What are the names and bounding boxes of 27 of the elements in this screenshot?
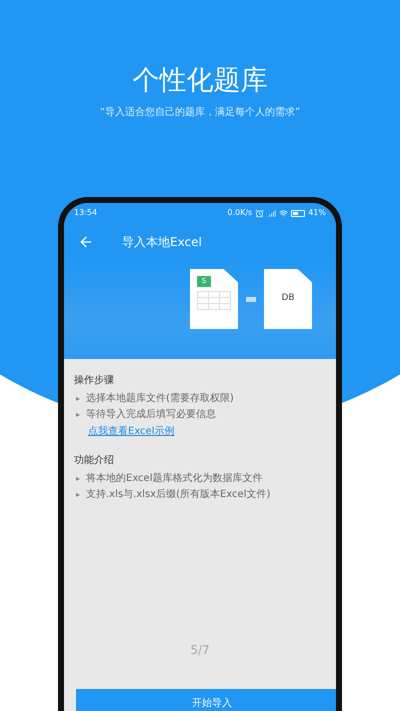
- bullet-icon: [76, 476, 80, 480]
- battery-icon: [291, 210, 306, 216]
- signal-icon: [267, 208, 276, 218]
- start-import-button[interactable]: 开始导入: [76, 689, 336, 711]
- battery-percent: 41%: [308, 207, 326, 219]
- section-title: 操作步骤: [74, 374, 115, 388]
- bullet-icon: [76, 396, 80, 400]
- network-speed: 0.0K/s: [227, 207, 252, 219]
- list-item-text: 等待导入完成后填写必要信息: [86, 408, 216, 421]
- subtitle: “导入适合您自己的题库，满足每个人的需求”: [100, 106, 300, 120]
- bullet-icon: [76, 492, 80, 496]
- back-arrow-icon: [78, 234, 94, 250]
- section-title: 功能介绍: [74, 454, 115, 468]
- example-link[interactable]: 点我查看Excel示例: [88, 424, 326, 439]
- headline: 个性化题库: [132, 64, 268, 98]
- page-indicator: 5/7: [190, 642, 210, 659]
- list-item-text: 支持.xls与.xlsx后缀(所有版本Excel文件): [86, 488, 270, 501]
- database-file: DB: [264, 269, 312, 329]
- list-item-text: 选择本地题库文件(需要存取权限): [86, 392, 234, 405]
- table-grid-icon: [197, 291, 231, 310]
- list-item-text: 将本地的Excel题库格式化为数据库文件: [86, 472, 262, 485]
- back-button[interactable]: [78, 234, 94, 250]
- page-title: 导入本地Excel: [122, 234, 202, 251]
- bullet-icon: [76, 412, 80, 416]
- wifi-icon: [279, 208, 288, 218]
- status-time: 13:54: [74, 207, 98, 219]
- alarm-icon: [255, 208, 264, 218]
